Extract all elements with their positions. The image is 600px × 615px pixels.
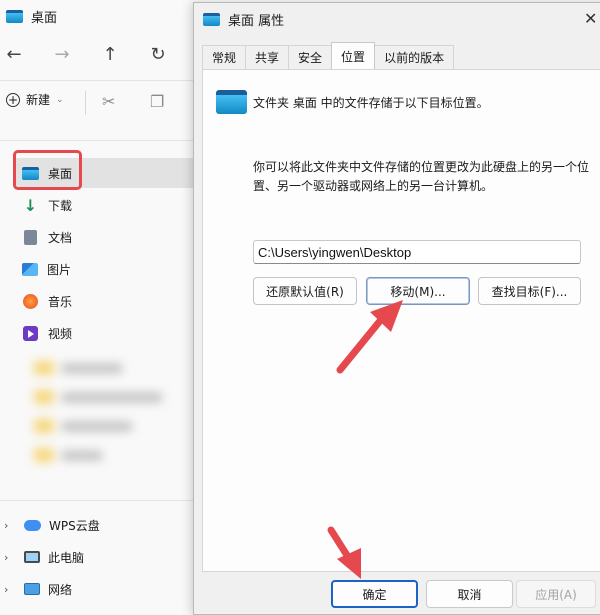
properties-dialog: 桌面 属性 ✕ 常规 共享 安全 位置 以前的版本 文件夹 桌面 中的文件存储于… bbox=[193, 2, 600, 615]
apply-button[interactable]: 应用(A) bbox=[516, 580, 596, 608]
cloud-icon bbox=[24, 519, 41, 531]
dialog-title-bar: 桌面 属性 bbox=[194, 3, 600, 35]
sidebar-item-videos[interactable]: 视频 bbox=[14, 318, 194, 348]
explorer-toolbar: + 新建 ⌄ ✂ ❐ bbox=[0, 88, 195, 118]
sidebar-item-documents[interactable]: 文档 bbox=[14, 222, 194, 252]
chevron-down-icon: ⌄ bbox=[56, 94, 64, 105]
tab-location[interactable]: 位置 bbox=[331, 42, 376, 69]
ok-button[interactable]: 确定 bbox=[331, 580, 418, 608]
new-button[interactable]: + 新建 ⌄ bbox=[6, 91, 64, 108]
divider bbox=[0, 80, 195, 81]
sidebar-item-downloads[interactable]: ↓ 下载 bbox=[14, 190, 194, 220]
sidebar-item-label: 文档 bbox=[48, 230, 73, 245]
chevron-right-icon[interactable]: › bbox=[4, 519, 16, 532]
desktop-folder-icon bbox=[216, 90, 247, 114]
move-button[interactable]: 移动(M)... bbox=[366, 277, 470, 305]
computer-icon bbox=[24, 551, 40, 563]
blurred-folder-list bbox=[12, 352, 180, 484]
pictures-icon bbox=[22, 262, 38, 276]
list-item bbox=[12, 384, 180, 410]
close-icon[interactable]: ✕ bbox=[584, 9, 597, 28]
explorer-title-bar: 桌面 bbox=[0, 0, 200, 32]
tab-sharing[interactable]: 共享 bbox=[245, 45, 290, 69]
list-item bbox=[12, 355, 180, 381]
forward-arrow-icon[interactable]: → bbox=[50, 40, 74, 68]
tree-item-label: 此电脑 bbox=[48, 550, 85, 565]
list-item bbox=[12, 413, 180, 439]
restore-default-button[interactable]: 还原默认值(R) bbox=[253, 277, 357, 305]
download-icon: ↓ bbox=[23, 195, 38, 215]
sidebar-item-label: 音乐 bbox=[48, 294, 73, 309]
tab-security[interactable]: 安全 bbox=[288, 45, 333, 69]
chevron-right-icon[interactable]: › bbox=[4, 551, 16, 564]
tree-item-label: WPS云盘 bbox=[49, 518, 100, 533]
sidebar-item-music[interactable]: 音乐 bbox=[14, 286, 194, 316]
tab-general[interactable]: 常规 bbox=[202, 45, 247, 69]
list-item bbox=[12, 442, 180, 468]
up-arrow-icon[interactable]: ↑ bbox=[98, 40, 122, 68]
chevron-right-icon[interactable]: › bbox=[4, 583, 16, 596]
sidebar-item-label: 视频 bbox=[48, 326, 73, 341]
new-label: 新建 bbox=[26, 93, 51, 107]
video-icon bbox=[23, 325, 38, 341]
plus-icon: + bbox=[6, 92, 20, 107]
toolbar-separator bbox=[85, 91, 86, 115]
tab-bar: 常规 共享 安全 位置 以前的版本 bbox=[202, 42, 455, 69]
desktop-folder-icon bbox=[6, 9, 23, 23]
tree-item-network[interactable]: › 网络 bbox=[0, 574, 195, 604]
dialog-title: 桌面 属性 bbox=[228, 13, 285, 29]
network-icon bbox=[24, 583, 40, 595]
highlight-box bbox=[13, 150, 82, 190]
navigation-bar: ← → ↑ ↻ bbox=[0, 40, 200, 68]
explorer-title: 桌面 bbox=[31, 10, 58, 26]
cancel-button[interactable]: 取消 bbox=[426, 580, 513, 608]
location-path-input[interactable] bbox=[253, 240, 581, 264]
tree-item-label: 网络 bbox=[48, 582, 73, 597]
tree-item-this-pc[interactable]: › 此电脑 bbox=[0, 542, 195, 572]
sidebar-item-label: 下载 bbox=[48, 198, 73, 213]
cut-icon[interactable]: ✂ bbox=[102, 92, 115, 111]
tree-item-wps-cloud[interactable]: › WPS云盘 bbox=[0, 510, 195, 540]
location-info-text: 文件夹 桌面 中的文件存储于以下目标位置。 bbox=[253, 96, 489, 110]
dialog-footer: 确定 取消 应用(A) bbox=[194, 572, 600, 615]
location-tab-panel: 文件夹 桌面 中的文件存储于以下目标位置。 你可以将此文件夹中文件存储的位置更改… bbox=[202, 69, 600, 572]
sidebar-item-label: 图片 bbox=[47, 262, 72, 277]
location-description: 你可以将此文件夹中文件存储的位置更改为此硬盘上的另一个位置、另一个驱动器或网络上… bbox=[253, 160, 590, 193]
copy-icon[interactable]: ❐ bbox=[150, 92, 164, 111]
tab-previous-versions[interactable]: 以前的版本 bbox=[374, 45, 455, 69]
music-icon bbox=[23, 293, 38, 309]
document-icon bbox=[24, 229, 37, 245]
find-target-button[interactable]: 查找目标(F)... bbox=[478, 277, 581, 305]
sidebar-item-pictures[interactable]: 图片 bbox=[14, 254, 194, 284]
divider bbox=[0, 500, 195, 501]
back-arrow-icon[interactable]: ← bbox=[2, 40, 26, 68]
refresh-icon[interactable]: ↻ bbox=[146, 40, 170, 68]
desktop-folder-icon bbox=[203, 12, 220, 26]
divider bbox=[0, 140, 195, 141]
